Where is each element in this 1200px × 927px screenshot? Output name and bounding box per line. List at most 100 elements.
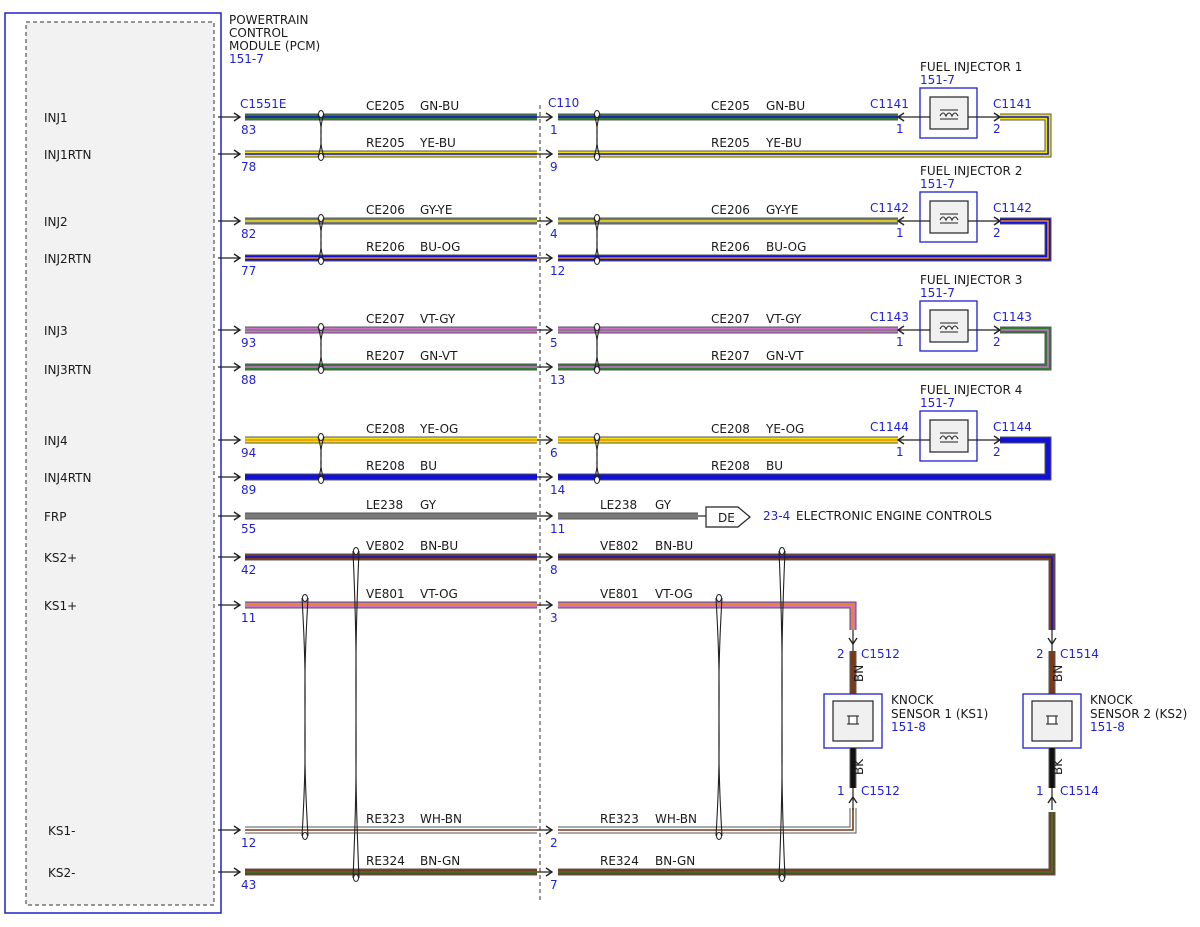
twist-left-4-top — [318, 433, 324, 441]
knock-pin-top: 2 — [1036, 647, 1044, 661]
wire-ve801-right — [558, 602, 856, 630]
injector-title: FUEL INJECTOR 2 — [920, 164, 1022, 178]
twist-right-4-bottom — [594, 476, 600, 484]
pin-inj2rtn: INJ2RTN — [44, 252, 91, 266]
pin-frp: FRP — [44, 510, 66, 524]
injector-ref: 151-7 — [920, 73, 955, 87]
wire-ce206-pcm-pin: 82 — [241, 227, 256, 241]
knock-pin-bot: 1 — [1036, 784, 1044, 798]
wire-ve801-c110-pin: 3 — [550, 611, 558, 625]
wire-re323-circuit-right: RE323 — [600, 812, 639, 826]
wire-ve802-pcm-pin: 42 — [241, 563, 256, 577]
injector-conn-a: C1141 — [870, 97, 909, 111]
wire-ve801-pcm-pin: 11 — [241, 611, 256, 625]
offpage-label: ELECTRONIC ENGINE CONTROLS — [796, 509, 992, 523]
wire-re205-pcm-pin: 78 — [241, 160, 256, 174]
knock-sensor-ks1: 2 C1512 BN KNOCKSENSOR 1 (KS1)151-8 BK 1 C1512 — [823, 630, 988, 810]
wire-ce208-circuit-right: CE208 — [711, 422, 750, 436]
wire-ve802-color-right: BN-BU — [655, 539, 693, 553]
pcm-title-2: CONTROL — [229, 26, 288, 40]
twist-ks2-right-top — [779, 547, 785, 555]
knock-sensor-ks2: 2 C1514 BN KNOCKSENSOR 2 (KS2)151-8 BK 1 C1514 — [1022, 630, 1187, 810]
knock-wire-top-color: BN — [852, 665, 866, 682]
twist-right-4-top — [594, 433, 600, 441]
injector-conn-b: C1142 — [993, 201, 1032, 215]
injector-ref: 151-7 — [920, 286, 955, 300]
offpage-connector: DE 23-4 ELECTRONIC ENGINE CONTROLS — [705, 506, 992, 528]
wire-re206-pcm-pin: 77 — [241, 264, 256, 278]
wire-ce205-c110-pin: 1 — [550, 123, 558, 137]
twist-right-3-top — [594, 323, 600, 331]
wire-ve802-circuit-left: VE802 — [366, 539, 405, 553]
injector-pin-a: 1 — [896, 445, 904, 459]
wire-le238-c110-pin: 11 — [550, 522, 565, 536]
knock-conn-top: C1514 — [1060, 647, 1099, 661]
wire-re208-circuit-right: RE208 — [711, 459, 750, 473]
twisted-pair-markers — [301, 110, 786, 882]
wire-ve801-right-outline — [558, 601, 857, 630]
twist-ks2-right-bottom — [779, 874, 785, 882]
wire-ce205-color-right: GN-BU — [766, 99, 805, 113]
wire-ce206-color-right: GY-YE — [766, 203, 798, 217]
wire-ce206-color-left: GY-YE — [420, 203, 452, 217]
wire-re207-circuit-right: RE207 — [711, 349, 750, 363]
twist-right-2-bottom — [594, 257, 600, 265]
wire-re205-c110-pin: 9 — [550, 160, 558, 174]
twist-right-2-top — [594, 214, 600, 222]
pcm-ref: 151-7 — [229, 52, 264, 66]
wire-re208-color-right: BU — [766, 459, 783, 473]
twist-left-1-top — [318, 110, 324, 118]
wiring-diagram: POWERTRAIN CONTROL MODULE (PCM) 151-7 C1… — [4, 12, 1187, 914]
knock-title-2: SENSOR 1 (KS1) — [891, 707, 988, 721]
wire-le238-color-left: GY — [420, 498, 437, 512]
pin-ks2p: KS2+ — [44, 551, 77, 565]
twist-left-3-top — [318, 323, 324, 331]
wire-ce207-c110-pin: 5 — [550, 336, 558, 350]
wire-ve801-color-right: VT-OG — [655, 587, 693, 601]
wire-re206-circuit-left: RE206 — [366, 240, 405, 254]
wire-re207-pcm-pin: 88 — [241, 373, 256, 387]
wire-ve801-circuit-left: VE801 — [366, 587, 405, 601]
pin-ks1p: KS1+ — [44, 599, 77, 613]
twist-right-1-bottom — [594, 153, 600, 161]
knock-wire-bot-color: BK — [852, 758, 866, 775]
twist-ks2-left-bottom — [353, 874, 359, 882]
wire-ce208-pcm-pin: 94 — [241, 446, 256, 460]
wire-re207-c110-pin: 13 — [550, 373, 565, 387]
pcm-connector: C1551E — [240, 97, 287, 111]
twist-ks1-left-b — [301, 597, 309, 837]
wire-ce208-color-left: YE-OG — [419, 422, 458, 436]
injector-title: FUEL INJECTOR 3 — [920, 273, 1022, 287]
knock-title-2: SENSOR 2 (KS2) — [1090, 707, 1187, 721]
wire-re208-c110-pin: 14 — [550, 483, 565, 497]
injector-pin-b: 2 — [993, 226, 1001, 240]
wire-ce208-circuit-left: CE208 — [366, 422, 405, 436]
knock-pin-bot: 1 — [837, 784, 845, 798]
wire-ce205-circuit-left: CE205 — [366, 99, 405, 113]
wire-re323-c110-pin: 2 — [550, 836, 558, 850]
wire-ce205-color-left: GN-BU — [420, 99, 459, 113]
injector-conn-a: C1144 — [870, 420, 909, 434]
injector-conn-b: C1144 — [993, 420, 1032, 434]
wire-le238-circuit-left: LE238 — [366, 498, 403, 512]
wire-re323-circuit-left: RE323 — [366, 812, 405, 826]
offpage-tag: DE — [718, 511, 735, 525]
twist-left-4-bottom — [318, 476, 324, 484]
wire-ce205-circuit-right: CE205 — [711, 99, 750, 113]
wire-ce207-circuit-left: CE207 — [366, 312, 405, 326]
wire-re207-circuit-left: RE207 — [366, 349, 405, 363]
knock-title-1: KNOCK — [891, 693, 935, 707]
wire-ve802-color-left: BN-BU — [420, 539, 458, 553]
wire-re208-circuit-left: RE208 — [366, 459, 405, 473]
twist-ks1-left-bottom — [302, 832, 308, 840]
injector-pin-a: 1 — [896, 226, 904, 240]
wire-ce207-color-left: VT-GY — [420, 312, 456, 326]
wire-re208-color-left: BU — [420, 459, 437, 473]
injector-conn-a: C1143 — [870, 310, 909, 324]
wire-re207-color-right: GN-VT — [766, 349, 804, 363]
knock-wire-bot-color: BK — [1051, 758, 1065, 775]
injector-pin-a: 1 — [896, 335, 904, 349]
knock-wire-top-color: BN — [1051, 665, 1065, 682]
injector-conn-b: C1141 — [993, 97, 1032, 111]
fuel-injector-2: FUEL INJECTOR 2151-7 C1142 C1142 1 2 — [870, 164, 1032, 243]
